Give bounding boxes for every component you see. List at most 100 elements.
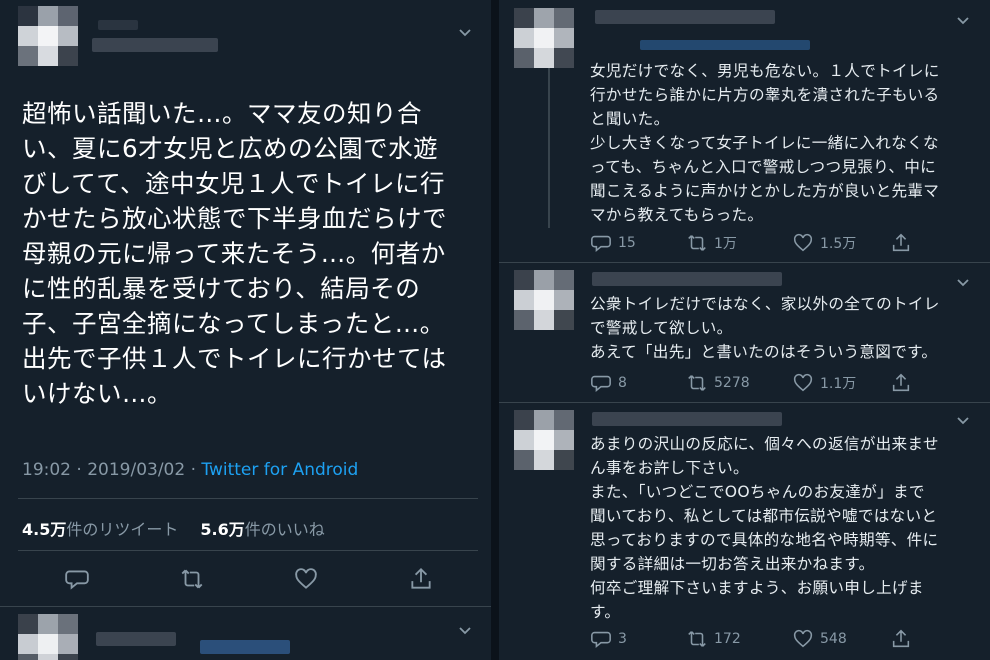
main-tweet-panel: 超怖い話聞いた…。ママ友の知り合 い、夏に6才女児と広めの公園で水遊 びしてて、… [0, 0, 491, 660]
reply-actions: 8 5278 1.1万 [590, 372, 918, 394]
reply-line: あえて「出先」と書いたのはそういう意図です。 [590, 343, 938, 361]
display-name-blurred[interactable] [92, 38, 218, 52]
retweet-count[interactable]: 4.5万 [22, 520, 66, 539]
divider [18, 498, 478, 499]
display-name-blurred[interactable] [592, 272, 782, 286]
like-count: 1.1万 [820, 376, 857, 392]
reply-line: と聞いた。 [590, 110, 670, 128]
chevron-down-icon[interactable] [956, 414, 970, 428]
share-icon [892, 233, 910, 252]
retweet-count: 1万 [714, 236, 737, 252]
like-icon[interactable] [293, 566, 319, 592]
share-icon [892, 629, 910, 648]
tweet-line: 子、子宮全摘になってしまったと…。 [22, 309, 445, 338]
display-name-blurred-accent [200, 640, 290, 654]
reply-count: 15 [618, 235, 636, 251]
chevron-down-icon[interactable] [956, 14, 970, 28]
reply-line: 行かせたら誰かに片方の睾丸を潰された子もいる [590, 86, 940, 104]
like-label[interactable]: 件のいいね [245, 520, 325, 539]
reply-count: 3 [618, 631, 627, 647]
thread-line [548, 68, 550, 228]
reply-button[interactable]: 15 [590, 232, 686, 254]
share-icon[interactable] [408, 566, 434, 592]
tweet-meta: 19:02 · 2019/03/02 · Twitter for Android [22, 460, 358, 480]
reply-line: 公衆トイレだけではなく、家以外の全てのトイレ [590, 295, 940, 313]
reply-line: また、「いつどこでOOちゃんのお友達が」まで [590, 483, 925, 501]
reply-line: 女児だけでなく、男児も危ない。１人でトイレに [590, 62, 940, 80]
avatar[interactable] [18, 614, 78, 660]
divider [499, 402, 990, 403]
avatar[interactable] [514, 270, 574, 330]
column-gap [491, 0, 499, 660]
retweet-icon [688, 631, 706, 647]
like-icon [793, 629, 813, 648]
retweet-count: 5278 [714, 375, 750, 391]
retweet-button[interactable]: 1万 [686, 232, 792, 254]
reply-actions: 15 1万 1.5万 [590, 232, 918, 254]
display-name-blurred[interactable] [592, 412, 782, 426]
reply-line: す。 [590, 603, 621, 621]
like-button[interactable]: 548 [792, 628, 890, 650]
reply-icon[interactable] [64, 566, 90, 592]
retweet-button[interactable]: 172 [686, 628, 792, 650]
display-name-blurred[interactable] [96, 632, 176, 646]
timestamp[interactable]: 19:02 · 2019/03/02 · [22, 460, 201, 480]
reply-icon [591, 375, 611, 392]
reply-line: っても、ちゃんと入口で警戒しつつ見張り、中に [590, 158, 937, 176]
reply-button[interactable]: 3 [590, 628, 686, 650]
reply-icon [591, 631, 611, 648]
avatar[interactable] [514, 410, 574, 470]
divider [18, 550, 478, 551]
retweet-icon [688, 235, 706, 251]
reply-actions: 3 172 548 [590, 628, 918, 650]
tweet-line: 超怖い話聞いた…。ママ友の知り合 [22, 99, 422, 128]
like-icon [793, 373, 813, 392]
reply-line: 少し大きくなって女子トイレに一緒に入れなくな [590, 134, 939, 152]
tweet-line: 出先で子供１人でトイレに行かせては [22, 344, 447, 373]
chevron-down-icon[interactable] [956, 276, 970, 290]
share-button[interactable] [890, 372, 918, 394]
like-count: 548 [820, 631, 847, 647]
source-link[interactable]: Twitter for Android [201, 460, 358, 480]
display-name-blurred[interactable] [595, 10, 775, 24]
tweet-line: びしてて、途中女児１人でトイレに行 [22, 169, 446, 198]
retweet-icon[interactable] [179, 566, 205, 592]
tweet-stats: 4.5万件のリツイート 5.6万件のいいね [22, 516, 325, 540]
share-icon [892, 373, 910, 392]
tweet-line: 母親の元に帰って来たそう…。何者か [22, 239, 446, 268]
retweet-label[interactable]: 件のリツイート [66, 520, 178, 539]
reply-text: 女児だけでなく、男児も危ない。１人でトイレに 行かせたら誰かに片方の睾丸を潰され… [590, 59, 965, 227]
like-button[interactable]: 1.1万 [792, 372, 890, 394]
tweet-line: い、夏に6才女児と広めの公園で水遊 [22, 134, 439, 163]
reply-line: 思っておりますので具体的な地名や時期等、件に [590, 531, 939, 549]
chevron-down-icon[interactable] [458, 624, 472, 638]
reply-text: あまりの沢山の反応に、個々への返信が出来ませ ん事をお許し下さい。 また、「いつ… [590, 432, 965, 624]
reply-line: 聞こえるように声かけとかした方が良いと先輩マ [590, 182, 940, 200]
reply-button[interactable]: 8 [590, 372, 686, 394]
chevron-down-icon[interactable] [458, 26, 472, 40]
tweet-actions [64, 566, 434, 592]
divider [499, 262, 990, 263]
reply-line: ん事をお許し下さい。 [590, 459, 749, 477]
reply-count: 8 [618, 375, 627, 391]
like-count: 1.5万 [820, 236, 857, 252]
reply-line: 聞いており、私としては都市伝説や嘘ではないと [590, 507, 938, 525]
share-button[interactable] [890, 628, 918, 650]
divider [0, 606, 491, 607]
retweet-count: 172 [714, 631, 741, 647]
avatar[interactable] [514, 8, 574, 68]
tweet-line: かせたら放心状態で下半身血だらけで [22, 204, 447, 233]
like-icon [793, 233, 813, 252]
retweet-icon [688, 375, 706, 391]
like-button[interactable]: 1.5万 [792, 232, 890, 254]
avatar[interactable] [18, 6, 78, 66]
display-name-blurred-top [98, 20, 138, 30]
reply-line: 関する詳細は一切お答え出来かねます。 [590, 555, 875, 573]
reply-text: 公衆トイレだけではなく、家以外の全てのトイレ で警戒して欲しい。 あえて「出先」… [590, 292, 965, 364]
tweet-line: に性的乱暴を受けており、結局その [22, 274, 421, 303]
retweet-button[interactable]: 5278 [686, 372, 792, 394]
reply-icon [591, 235, 611, 252]
display-name-blurred-accent [640, 40, 810, 50]
share-button[interactable] [890, 232, 918, 254]
like-count[interactable]: 5.6万 [200, 520, 244, 539]
